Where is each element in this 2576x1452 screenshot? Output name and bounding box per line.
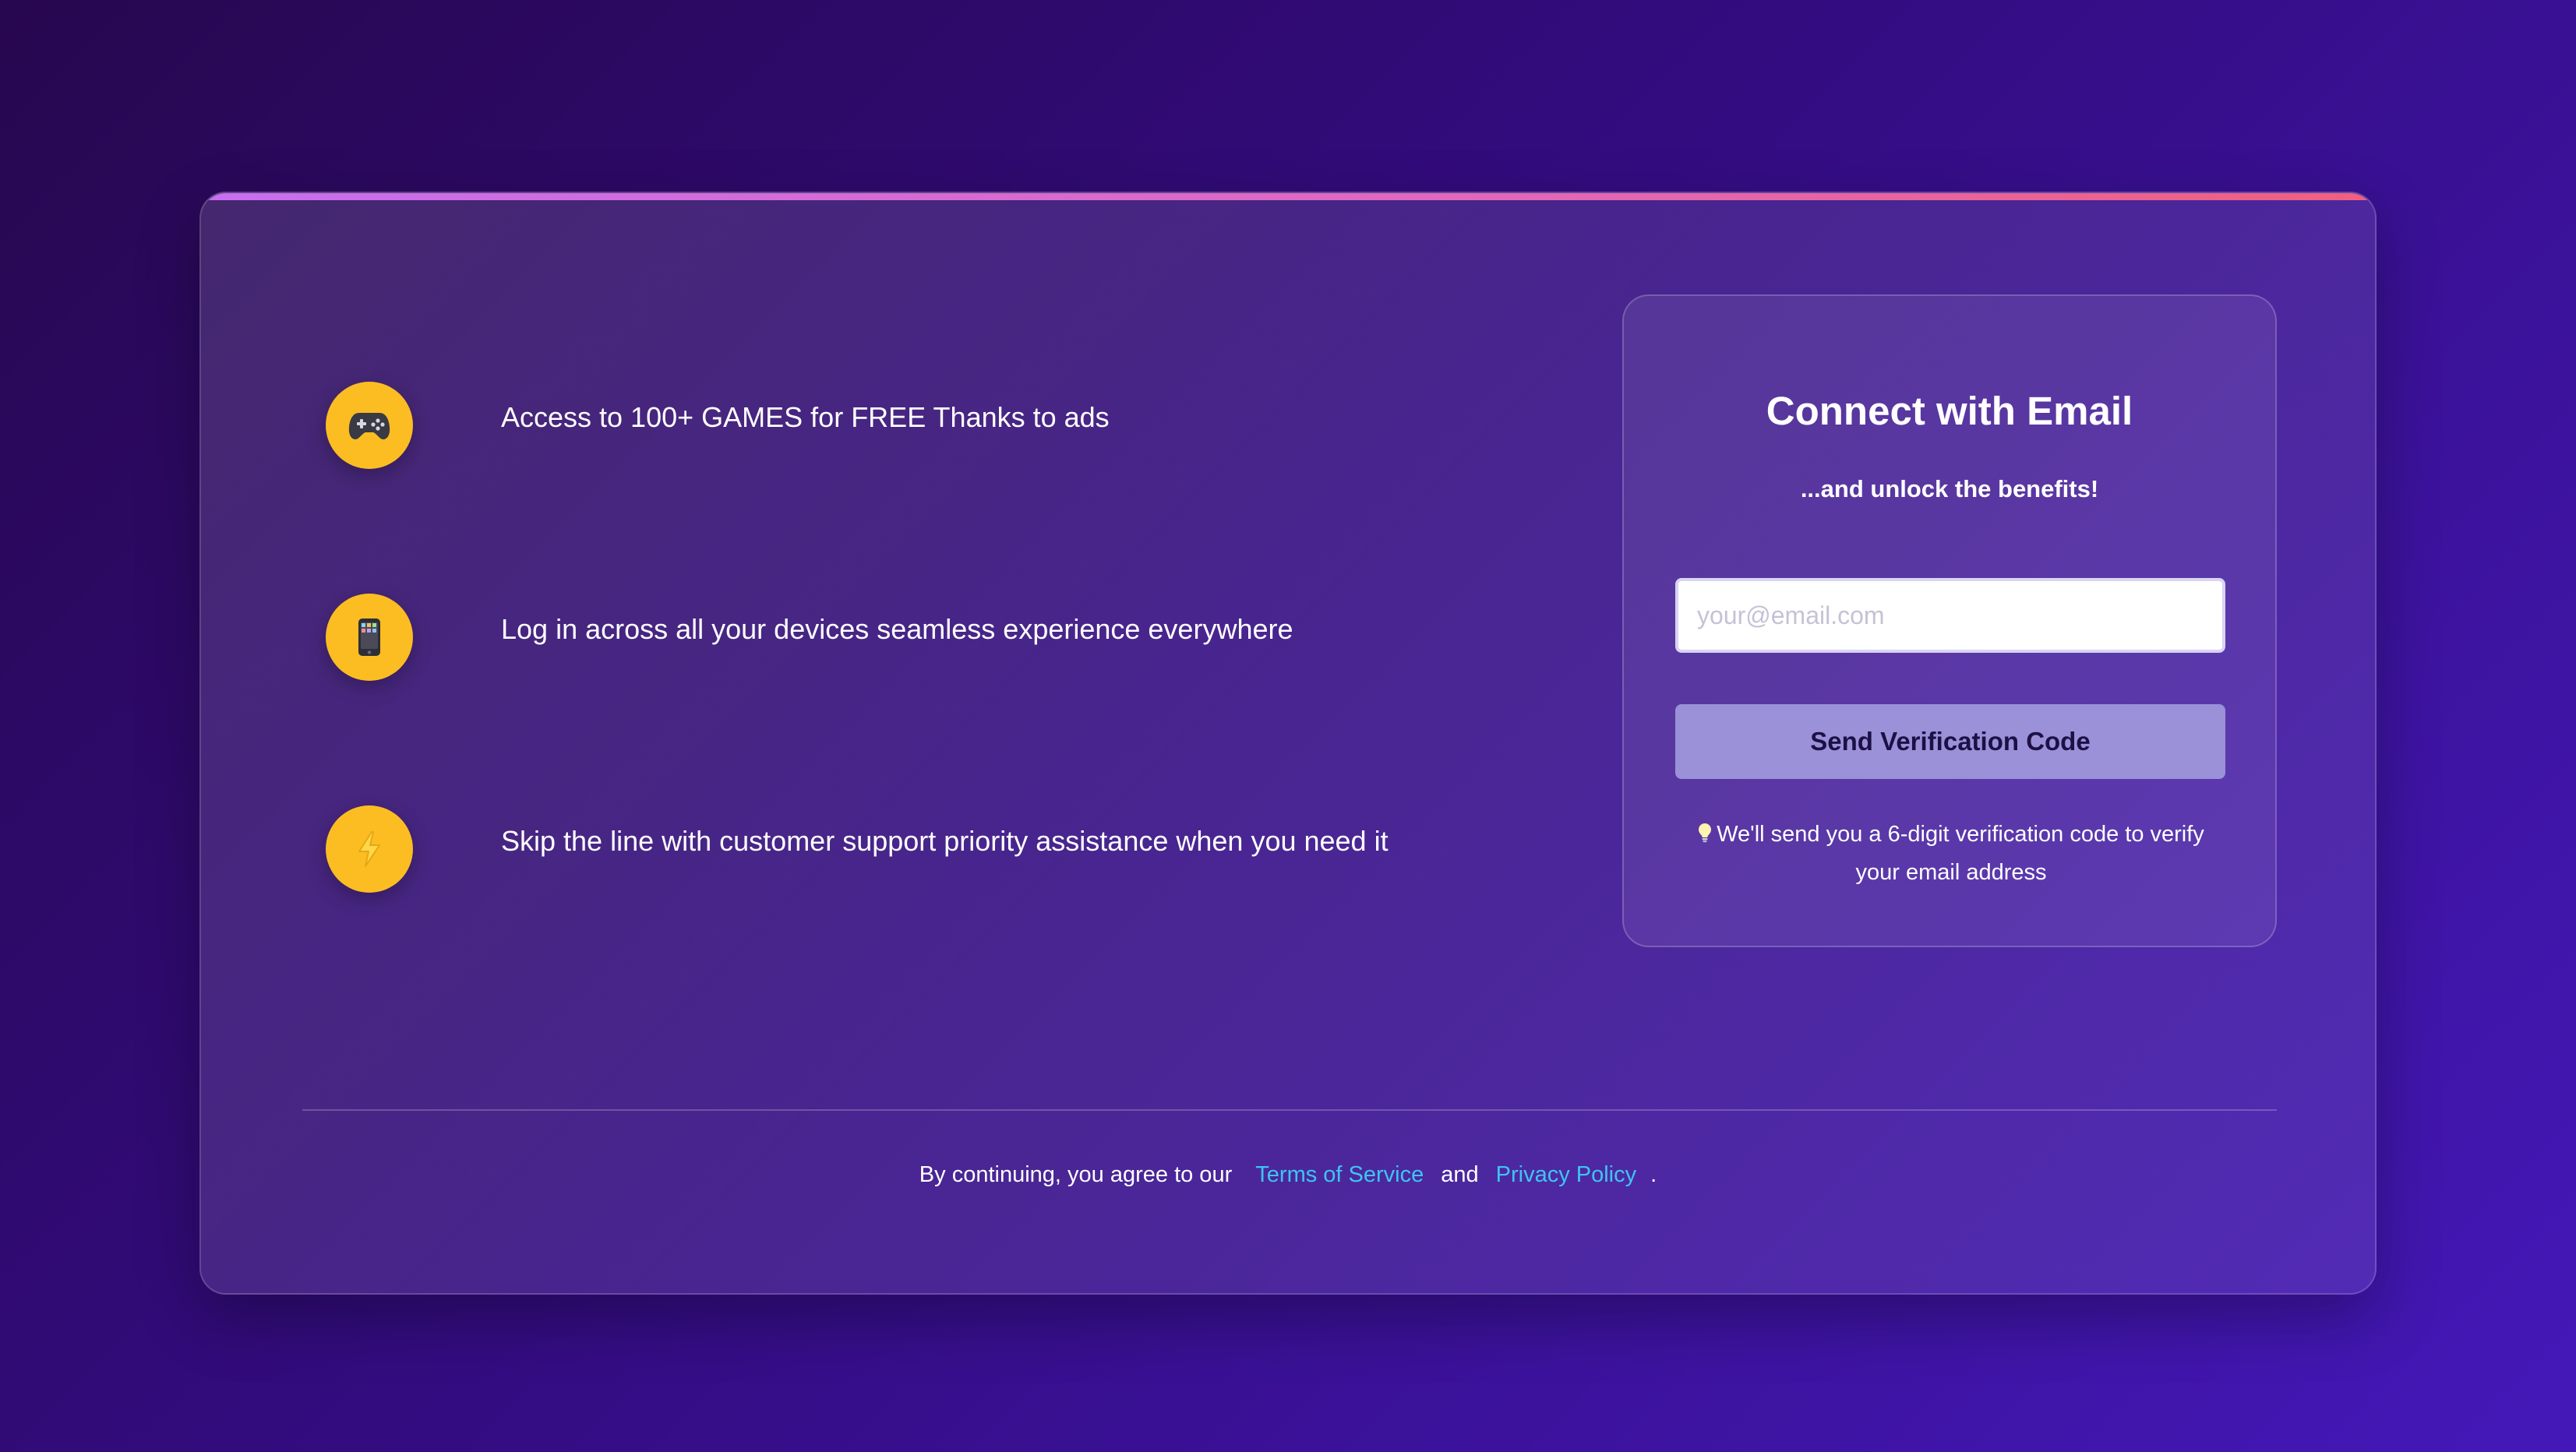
card-accent-bar [201,193,2375,200]
panel-subtitle: ...and unlock the benefits! [1800,475,2099,502]
feature-text: Access to 100+ GAMES for FREE Thanks to … [501,401,1110,433]
verification-note-text: We'll send you a 6-digit verification co… [1717,822,2204,885]
privacy-policy-link[interactable]: Privacy Policy [1496,1162,1637,1187]
footer-prefix-text: By continuing, you agree to our [919,1162,1233,1187]
feature-text: Log in across all your devices seamless … [501,613,1293,645]
terms-of-service-link[interactable]: Terms of Service [1255,1162,1424,1187]
footer-period: . [1650,1162,1657,1187]
lightbulb-icon [1698,818,1712,855]
panel-title: Connect with Email [1766,389,2133,433]
mobile-phone-icon [326,594,413,681]
gamepad-icon [326,382,413,469]
feature-text: Skip the line with customer support prio… [501,825,1389,857]
footer-divider [302,1109,2277,1111]
signup-card: Access to 100+ GAMES for FREE Thanks to … [199,192,2377,1295]
feature-item-devices: Log in across all your devices seamless … [326,594,1681,681]
email-connect-panel: Connect with Email ...and unlock the ben… [1622,294,2277,947]
feature-item-support: Skip the line with customer support prio… [326,805,1681,893]
email-input[interactable] [1675,578,2225,653]
feature-item-games: Access to 100+ GAMES for FREE Thanks to … [326,382,1681,469]
lightning-bolt-icon [326,805,413,893]
footer-and-text: and [1441,1162,1479,1187]
send-verification-code-button[interactable]: Send Verification Code [1675,704,2225,779]
legal-footer: By continuing, you agree to our Terms of… [201,1162,2375,1188]
verification-note: We'll send you a 6-digit verification co… [1694,816,2208,891]
